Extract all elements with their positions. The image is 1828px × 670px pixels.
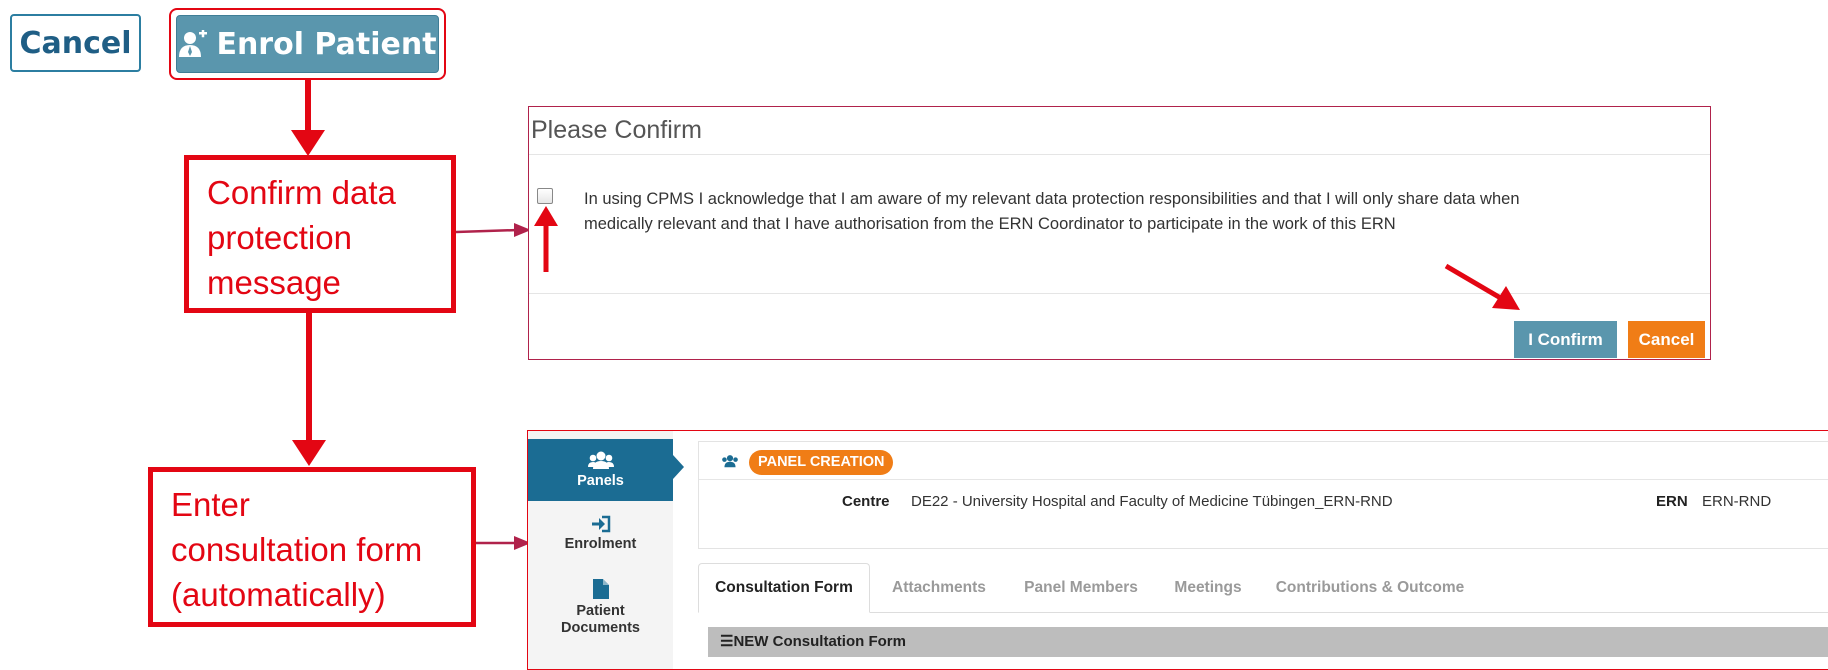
annotation-enter-consultation-form: Enter consultation form (automatically) — [148, 467, 476, 627]
user-plus-icon — [179, 30, 208, 57]
acknowledge-checkbox[interactable] — [537, 188, 553, 204]
dialog-cancel-label: Cancel — [1638, 329, 1695, 349]
sidebar-item-label: Enrolment — [564, 536, 637, 552]
dialog-message: In using CPMS I acknowledge that I am aw… — [584, 190, 1520, 233]
sidebar-item-label: Panels — [577, 473, 624, 489]
users-icon — [722, 455, 738, 468]
sidebar-item-panels[interactable]: Panels — [528, 439, 673, 501]
annotation-confirm-data-protection: Confirm data protection message — [184, 155, 456, 313]
form-title: NEW Consultation Form — [733, 633, 906, 650]
sidebar-item-label: Patient Documents — [561, 602, 640, 636]
tab-meetings[interactable]: Meetings — [1158, 563, 1258, 613]
confirm-dialog: Please Confirm In using CPMS I acknowled… — [528, 106, 1711, 360]
sidebar: Panels Enrolment Patient Documents — [528, 431, 684, 669]
dialog-footer-divider — [529, 293, 1710, 294]
centre-value: DE22 - University Hospital and Faculty o… — [911, 493, 1393, 510]
sidebar-active-indicator — [673, 455, 684, 479]
arrow-down-icon — [291, 130, 325, 156]
arrow-down-icon — [292, 440, 326, 466]
connector-enrol-to-confirm — [305, 80, 311, 136]
panel-header: PANEL CREATION Centre DE22 - University … — [698, 441, 1828, 549]
i-confirm-label: I Confirm — [1528, 329, 1603, 349]
arrow-right-icon — [476, 536, 531, 550]
tab-consultation-form[interactable]: Consultation Form — [698, 563, 870, 613]
arrow-right-icon — [456, 223, 531, 237]
list-icon: ☰ — [720, 633, 734, 650]
application-screenshot: Panels Enrolment Patient Documents PANEL… — [527, 430, 1828, 670]
consultation-form-header: ☰NEW Consultation Form — [708, 627, 1828, 657]
arrow-diagonal-icon — [1444, 263, 1520, 310]
file-icon — [592, 578, 609, 599]
sidebar-item-enrolment[interactable]: Enrolment — [528, 503, 673, 565]
ern-value: ERN-RND — [1702, 493, 1772, 510]
users-icon — [587, 451, 614, 469]
sidebar-item-patient-documents[interactable]: Patient Documents — [528, 571, 673, 643]
status-badge: PANEL CREATION — [749, 450, 894, 475]
arrow-up-icon — [534, 206, 558, 272]
sign-in-icon — [591, 515, 610, 533]
enrol-patient-label: Enrol Patient — [216, 26, 437, 62]
tab-contributions-outcome[interactable]: Contributions & Outcome — [1260, 563, 1480, 613]
cancel-button[interactable]: Cancel — [10, 14, 141, 72]
tab-panel-members[interactable]: Panel Members — [1006, 563, 1156, 613]
ern-label: ERN — [1656, 493, 1688, 510]
i-confirm-button[interactable]: I Confirm — [1514, 321, 1617, 358]
dialog-cancel-button[interactable]: Cancel — [1628, 321, 1705, 358]
cancel-button-label: Cancel — [19, 25, 132, 61]
dialog-title: Please Confirm — [529, 107, 1710, 155]
centre-label: Centre — [842, 493, 890, 510]
tab-bar: Consultation Form Attachments Panel Memb… — [698, 563, 1828, 613]
panel-header-row: PANEL CREATION — [699, 442, 1828, 480]
tab-attachments[interactable]: Attachments — [874, 563, 1004, 613]
enrol-patient-button[interactable]: Enrol Patient — [176, 15, 439, 73]
connector-confirm-to-enter — [306, 313, 312, 443]
